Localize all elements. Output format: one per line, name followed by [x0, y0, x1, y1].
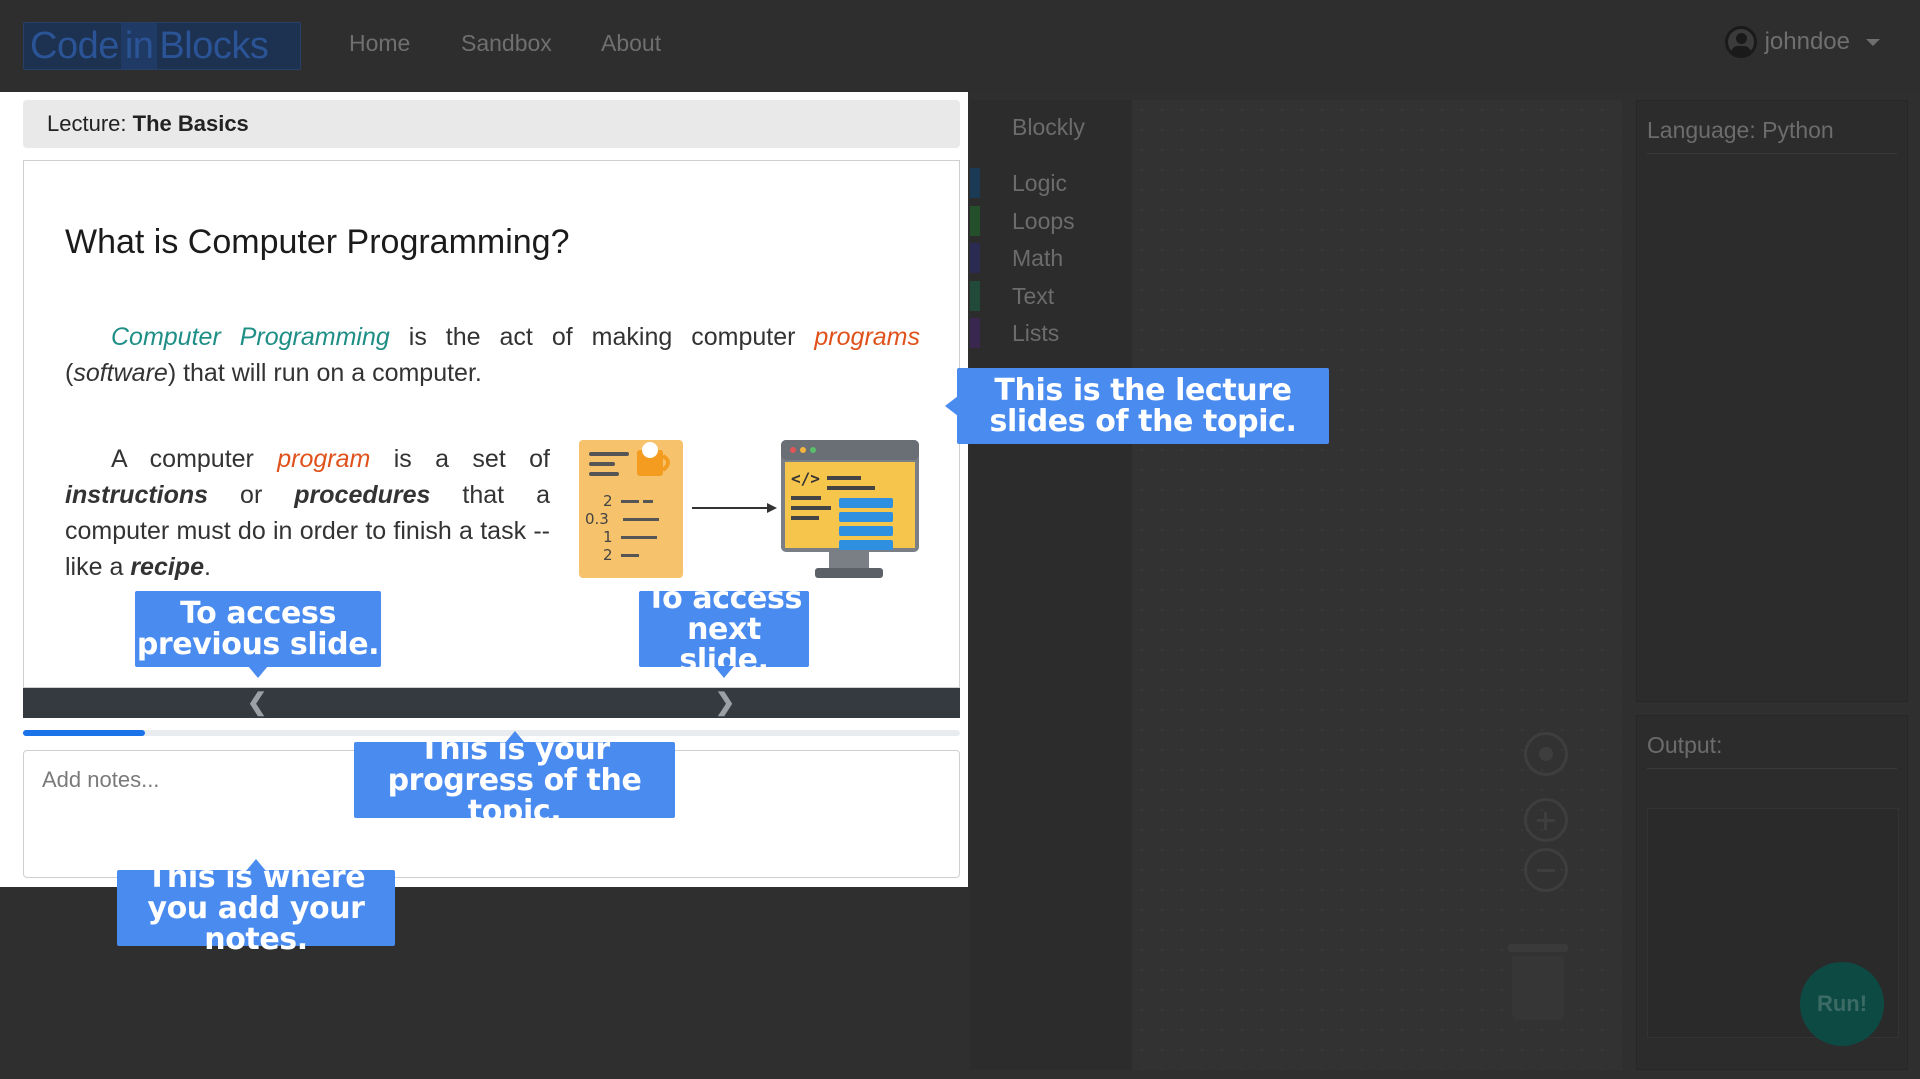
toolbox-category-color-bar	[970, 243, 980, 273]
logo-blocks-text: Blocks	[159, 25, 269, 67]
nav-link-about[interactable]: About	[601, 30, 661, 57]
next-slide-icon[interactable]: ❯	[715, 691, 735, 715]
lecture-topic: The Basics	[132, 111, 249, 136]
toolbox-category-logic[interactable]: Logic	[1012, 170, 1067, 197]
divider	[1647, 153, 1897, 154]
chevron-down-icon	[1866, 38, 1880, 46]
blockly-workspace[interactable]	[1132, 100, 1622, 1070]
user-avatar-icon	[1724, 26, 1757, 58]
toolbox-category-color-bar	[970, 168, 980, 198]
toolbox-category-loops[interactable]: Loops	[1012, 208, 1075, 235]
recenter-icon[interactable]	[1524, 732, 1568, 776]
recipe-qty-2: 0.3	[585, 510, 609, 528]
callout-next-slide: To access next slide.	[639, 583, 809, 678]
trash-icon[interactable]	[1508, 944, 1568, 1020]
slide-title: What is Computer Programming?	[65, 223, 570, 261]
user-menu[interactable]: johndoe	[1724, 26, 1880, 58]
username: johndoe	[1764, 28, 1850, 55]
logo-code-text: Code	[30, 25, 119, 67]
run-button[interactable]: Run!	[1800, 962, 1884, 1046]
callout-lecture-slides: This is the lecture slides of the topic.	[945, 368, 1329, 444]
code-panel: Language: Python	[1636, 100, 1908, 702]
previous-slide-icon[interactable]: ❮	[247, 691, 267, 715]
toolbox-category-text[interactable]: Text	[1012, 283, 1054, 310]
toolbox-title: Blockly	[1012, 114, 1085, 140]
toolbox-category-color-bar	[970, 280, 980, 311]
recipe-qty-1: 2	[603, 492, 613, 510]
topic-progress-fill	[23, 730, 145, 736]
recipe-card-icon: 2 0.3 1 2	[579, 440, 683, 578]
lecture-label: Lecture:	[47, 111, 127, 136]
zoom-out-icon[interactable]	[1524, 848, 1568, 892]
callout-notes: This is where you add your notes.	[117, 859, 395, 955]
toolbox-category-color-bar	[970, 205, 980, 236]
recipe-to-program-illustration: 2 0.3 1 2 </>	[579, 440, 919, 578]
nav-link-sandbox[interactable]: Sandbox	[461, 30, 552, 57]
slide-paragraph-1: Computer Programming is the act of makin…	[65, 323, 920, 387]
recipe-qty-3: 1	[603, 528, 613, 546]
slide-paragraph-2: A computer program is a set of instructi…	[65, 445, 550, 581]
navbar: Code in Blocks Home Sandbox About johndoe	[0, 0, 1920, 92]
language-label: Language: Python	[1647, 117, 1834, 143]
lecture-header: Lecture: The Basics	[23, 100, 960, 148]
nav-link-home[interactable]: Home	[349, 30, 410, 57]
brand-logo[interactable]: Code in Blocks	[23, 22, 301, 70]
toolbox-category-color-bar	[970, 318, 980, 348]
zoom-in-icon[interactable]	[1524, 798, 1568, 842]
blockly-toolbox: Blockly LogicLoopsMathTextListsFunctions	[970, 100, 1132, 1070]
recipe-qty-4: 2	[603, 546, 613, 564]
slide-nav-bar: ❮ ❯	[23, 688, 960, 718]
callout-previous-slide: To access previous slide.	[135, 591, 381, 678]
toolbox-category-math[interactable]: Math	[1012, 245, 1063, 272]
svg-text:</>: </>	[791, 469, 820, 488]
output-label: Output:	[1647, 732, 1723, 758]
logo-in-text: in	[120, 23, 158, 69]
computer-code-icon: </>	[781, 440, 919, 578]
callout-progress: This is your progress of the topic.	[354, 731, 675, 827]
divider	[1647, 768, 1897, 769]
toolbox-category-lists[interactable]: Lists	[1012, 320, 1059, 347]
